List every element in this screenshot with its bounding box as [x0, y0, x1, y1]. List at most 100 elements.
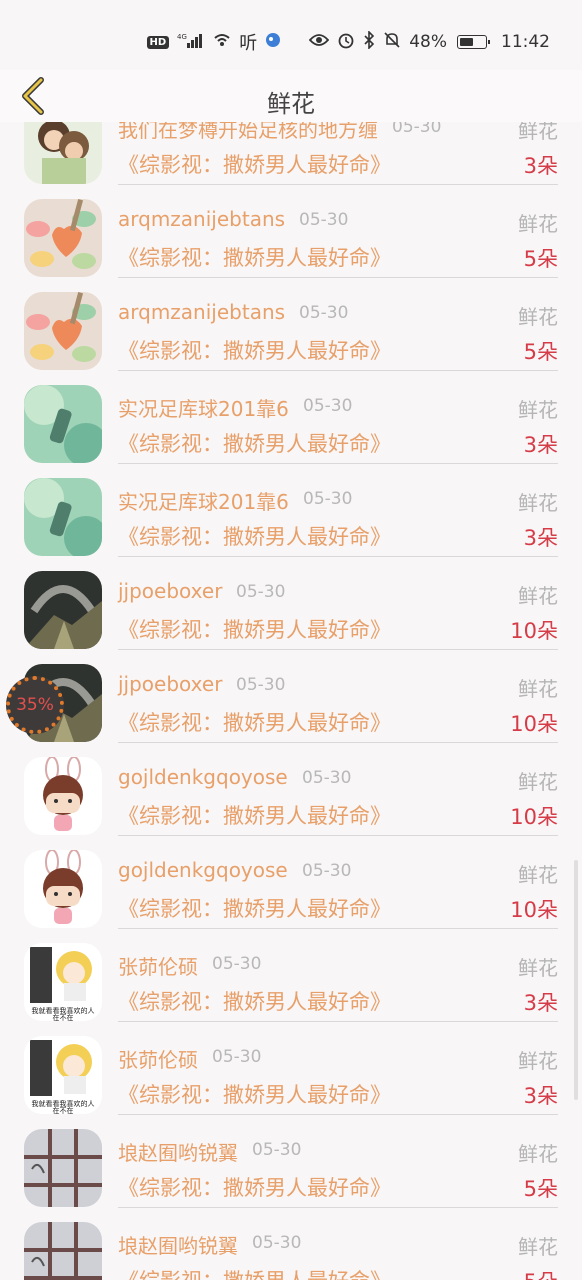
eye-icon [308, 33, 330, 51]
date: 05-30 [302, 861, 352, 881]
list-item[interactable]: gojldenkgqoyose 05-30 鲜花《综影视：撒娇男人最好命》 10朵 [0, 836, 582, 929]
date: 05-30 [236, 582, 286, 602]
avatar[interactable] [24, 122, 102, 184]
user-name[interactable]: 埌赵囿哟锐翼 [118, 1137, 238, 1166]
svg-text:4G: 4G [177, 33, 187, 41]
user-name[interactable]: gojldenkgqoyose [118, 765, 288, 789]
avatar[interactable] [24, 850, 102, 928]
list-item[interactable]: 埌赵囿哟锐翼 05-30 鲜花《综影视：撒娇男人最好命》 5朵 [0, 1115, 582, 1208]
flower-count: 10朵 [510, 898, 558, 922]
avatar[interactable] [24, 757, 102, 835]
book-title[interactable]: 《综影视：撒娇男人最好命》 [118, 335, 391, 365]
gift-type: 鲜花 [518, 584, 558, 608]
gift-type: 鲜花 [518, 677, 558, 701]
status-bar: HD 4G 听 48% 11:42 [0, 0, 582, 70]
flower-count: 3朵 [523, 433, 558, 457]
avatar[interactable] [24, 1222, 102, 1280]
floating-progress-text: 35% [16, 695, 54, 715]
list-item[interactable]: 实况足库球201靠6 05-30 鲜花 《综影视：撒娇男人最好命》 3朵 [0, 464, 582, 557]
avatar[interactable] [24, 571, 102, 649]
gift-type: 鲜花 [518, 212, 558, 236]
avatar[interactable] [24, 199, 102, 277]
book-title[interactable]: 《综影视：撒娇男人最好命》 [118, 1079, 391, 1109]
scrollbar[interactable] [574, 860, 578, 1100]
alarm-icon [337, 31, 355, 53]
user-name[interactable]: 实况足库球201靠6 [118, 486, 289, 515]
date: 05-30 [303, 489, 353, 509]
mute-bell-icon [383, 31, 401, 53]
list-item[interactable]: arqmzanijebtans 05-30 鲜花 《综影视：撒娇男人最好命》 5朵 [0, 278, 582, 371]
list-item[interactable]: 实况足库球201靠6 05-30 鲜花《综影视：撒娇男人最好命》 3朵 [0, 371, 582, 464]
flower-count: 10朵 [510, 712, 558, 736]
app-notification-icon [265, 32, 281, 52]
list-item[interactable]: arqmzanijebtans 05-30 鲜花《综影视：撒娇男人最好命》 5朵 [0, 185, 582, 278]
date: 05-30 [252, 1140, 302, 1160]
flower-count: 5朵 [523, 1177, 558, 1201]
flower-count: 3朵 [523, 154, 558, 178]
list-item[interactable]: 埌赵囿哟锐翼 05-30 鲜花《综影视：撒娇男人最好命》 5朵 [0, 1208, 582, 1280]
gift-type: 鲜花 [518, 398, 558, 422]
list-item[interactable]: 我就看看我喜欢的人 在不在 张茆伦硕 05-30 鲜花 《综影视：撒娇男人最好命》 3朵 [0, 1022, 582, 1115]
date: 05-30 [236, 675, 286, 695]
clock-time: 11:42 [501, 32, 550, 52]
gift-type: 鲜花 [518, 956, 558, 980]
avatar[interactable] [24, 478, 102, 556]
list-item[interactable]: 我们在梦樽开始足核的地方缠 05-30 鲜花《综影视：撒娇男人最好命》 3朵 [0, 122, 582, 185]
list-item[interactable]: jjpoeboxer 05-30 鲜花《综影视：撒娇男人最好命》 10朵 [0, 557, 582, 650]
bluetooth-icon [363, 30, 375, 53]
book-title[interactable]: 《综影视：撒娇男人最好命》 [118, 893, 391, 923]
avatar[interactable] [24, 292, 102, 370]
gift-type: 鲜花 [518, 863, 558, 887]
user-name[interactable]: 埌赵囿哟锐翼 [118, 1230, 238, 1259]
book-title[interactable]: 《综影视：撒娇男人最好命》 [118, 1265, 391, 1280]
user-name[interactable]: gojldenkgqoyose [118, 858, 288, 882]
signal-icon: 4G [177, 32, 205, 52]
avatar[interactable]: 我就看看我喜欢的人 在不在 [24, 943, 102, 1021]
book-title[interactable]: 《综影视：撒娇男人最好命》 [118, 521, 391, 551]
date: 05-30 [299, 210, 349, 230]
user-name[interactable]: 张茆伦硕 [118, 951, 198, 980]
user-name[interactable]: arqmzanijebtans [118, 207, 285, 231]
book-title[interactable]: 《综影视：撒娇男人最好命》 [118, 428, 391, 458]
book-title[interactable]: 《综影视：撒娇男人最好命》 [118, 1172, 391, 1202]
svg-text:在不在: 在不在 [53, 1013, 74, 1021]
gift-type: 鲜花 [518, 122, 558, 143]
user-name[interactable]: 实况足库球201靠6 [118, 393, 289, 422]
avatar[interactable]: 我就看看我喜欢的人 在不在 [24, 1036, 102, 1114]
flower-count: 5朵 [523, 247, 558, 271]
user-name[interactable]: 我们在梦樽开始足核的地方缠 [118, 122, 378, 143]
book-title[interactable]: 《综影视：撒娇男人最好命》 [118, 242, 391, 272]
app-header: 鲜花 [0, 70, 582, 122]
date: 05-30 [303, 396, 353, 416]
listen-icon: 听 [239, 33, 258, 54]
book-title[interactable]: 《综影视：撒娇男人最好命》 [118, 986, 391, 1016]
floating-progress-badge[interactable]: 35% [6, 676, 64, 734]
book-title[interactable]: 《综影视：撒娇男人最好命》 [118, 800, 391, 830]
user-name[interactable]: arqmzanijebtans [118, 300, 285, 324]
book-title[interactable]: 《综影视：撒娇男人最好命》 [118, 149, 391, 179]
gift-type: 鲜花 [518, 1049, 558, 1073]
book-title[interactable]: 《综影视：撒娇男人最好命》 [118, 707, 391, 737]
date: 05-30 [212, 1047, 262, 1067]
flower-count: 10朵 [510, 619, 558, 643]
avatar[interactable] [24, 1129, 102, 1207]
list-item[interactable]: jjpoeboxer 05-30 鲜花《综影视：撒娇男人最好命》 10朵 [0, 650, 582, 743]
list-item[interactable]: 我就看看我喜欢的人 在不在 张茆伦硕 05-30 鲜花 《综影视：撒娇男人最好命》 3朵 [0, 929, 582, 1022]
date: 05-30 [299, 303, 349, 323]
user-name[interactable]: jjpoeboxer [118, 579, 222, 603]
date: 05-30 [392, 122, 442, 137]
avatar[interactable] [24, 385, 102, 463]
list-item[interactable]: gojldenkgqoyose 05-30 鲜花《综影视：撒娇男人最好命》 10朵 [0, 743, 582, 836]
user-name[interactable]: 张茆伦硕 [118, 1044, 198, 1073]
user-name[interactable]: jjpoeboxer [118, 672, 222, 696]
date: 05-30 [302, 768, 352, 788]
flower-count: 10朵 [510, 805, 558, 829]
book-title[interactable]: 《综影视：撒娇男人最好命》 [118, 614, 391, 644]
gift-type: 鲜花 [518, 491, 558, 515]
hd-icon: HD [146, 35, 170, 49]
flower-record-list[interactable]: 我们在梦樽开始足核的地方缠 05-30 鲜花 《综影视：撒娇男人最好命》 3朵 arqmz… [0, 122, 582, 1280]
gift-type: 鲜花 [518, 770, 558, 794]
date: 05-30 [252, 1233, 302, 1253]
flower-count: 3朵 [523, 991, 558, 1015]
gift-type: 鲜花 [518, 305, 558, 329]
